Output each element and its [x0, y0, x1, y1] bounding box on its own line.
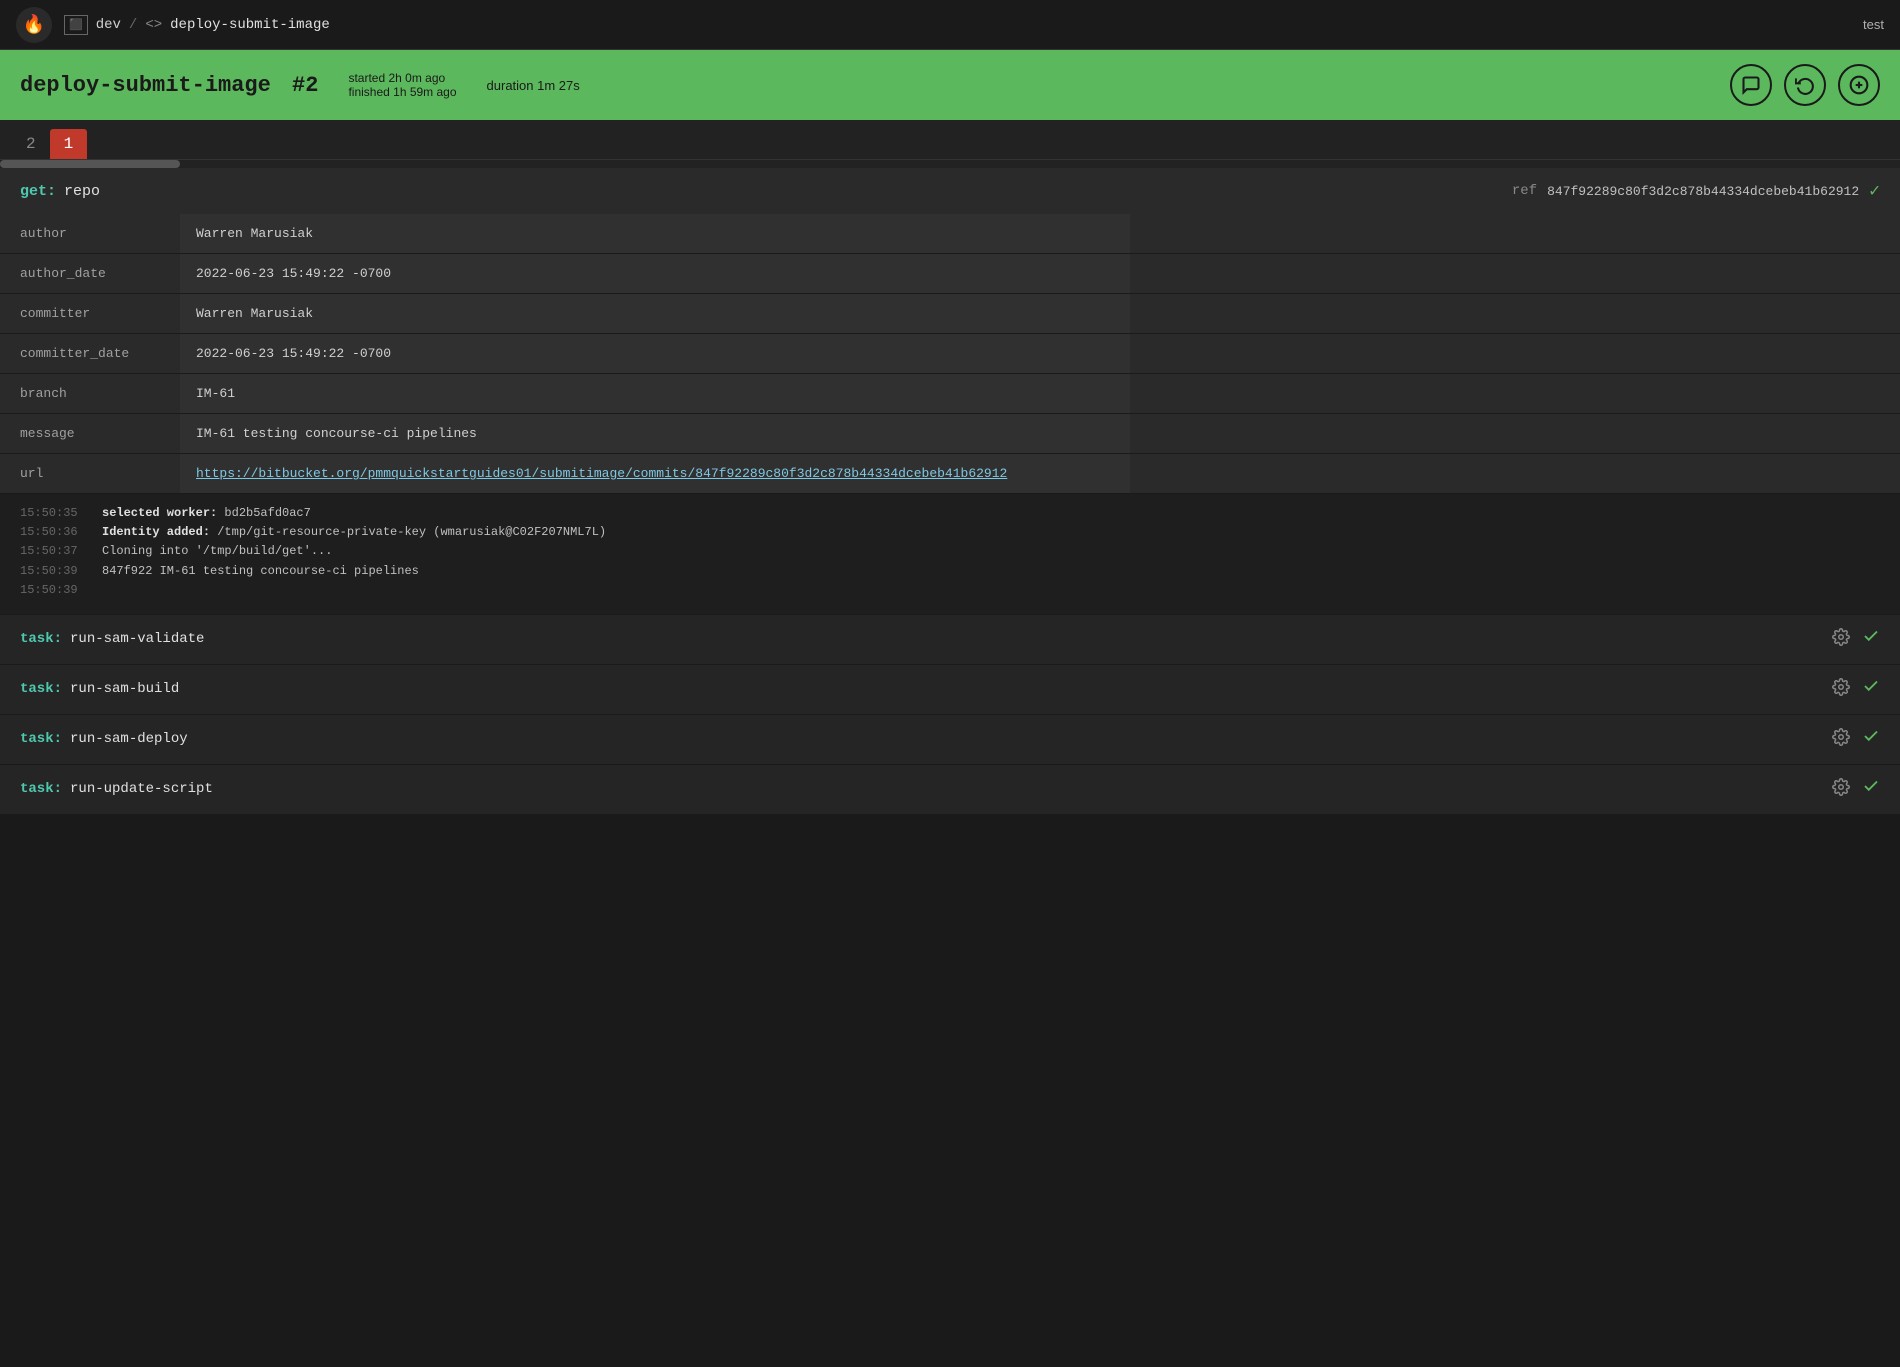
log-line: 15:50:39	[20, 581, 1880, 600]
get-section: get: repo ref 847f92289c80f3d2c878b44334…	[0, 168, 1900, 615]
task-row-run-sam-build[interactable]: task: run-sam-build	[0, 665, 1900, 715]
log-time: 15:50:39	[20, 581, 90, 600]
get-label: get:	[20, 183, 56, 200]
metadata-key-author: author	[0, 214, 180, 253]
build-title: deploy-submit-image #2	[20, 73, 318, 98]
task-actions	[1832, 727, 1880, 751]
metadata-row-committer: committerWarren Marusiak	[0, 294, 1900, 334]
task-row-run-sam-validate[interactable]: task: run-sam-validate	[0, 615, 1900, 665]
metadata-key-url: url	[0, 454, 180, 493]
build-times: started 2h 0m ago finished 1h 59m ago	[348, 71, 456, 99]
task-label: task:	[20, 731, 62, 747]
metadata-val-branch: IM-61	[180, 374, 1130, 413]
log-time: 15:50:35	[20, 504, 90, 523]
user-label: test	[1863, 17, 1884, 32]
header-actions	[1730, 64, 1880, 106]
ref-hash: 847f92289c80f3d2c878b44334dcebeb41b62912	[1547, 184, 1859, 199]
task-label: task:	[20, 681, 62, 697]
metadata-val-url[interactable]: https://bitbucket.org/pmmquickstartguide…	[180, 454, 1130, 493]
success-check-icon: ✓	[1869, 180, 1880, 202]
sep1: /	[129, 17, 137, 33]
pipeline-name[interactable]: deploy-submit-image	[170, 17, 330, 33]
gear-icon[interactable]	[1832, 678, 1850, 701]
build-tabs: 2 1	[0, 120, 1900, 160]
task-name: run-update-script	[70, 781, 213, 797]
gear-icon[interactable]	[1832, 628, 1850, 651]
task-row-run-update-script[interactable]: task: run-update-script	[0, 765, 1900, 815]
log-time: 15:50:36	[20, 523, 90, 542]
team-icon: ⬛	[64, 15, 88, 35]
tasks-section: task: run-sam-validate task: run-sam-build…	[0, 615, 1900, 815]
gear-icon[interactable]	[1832, 778, 1850, 801]
metadata-val-author_date: 2022-06-23 15:49:22 -0700	[180, 254, 1130, 293]
ref-label: ref	[1512, 183, 1537, 199]
log-line: 15:50:35 selected worker: bd2b5afd0ac7	[20, 504, 1880, 523]
metadata-row-committer_date: committer_date2022-06-23 15:49:22 -0700	[0, 334, 1900, 374]
task-check-icon	[1862, 627, 1880, 651]
pipeline-icon: <>	[145, 17, 162, 33]
metadata-val-committer: Warren Marusiak	[180, 294, 1130, 333]
scroll-thumb[interactable]	[0, 160, 180, 168]
metadata-key-branch: branch	[0, 374, 180, 413]
log-time: 15:50:37	[20, 542, 90, 561]
metadata-row-author_date: author_date2022-06-23 15:49:22 -0700	[0, 254, 1900, 294]
get-header: get: repo ref 847f92289c80f3d2c878b44334…	[0, 168, 1900, 214]
log-line: 15:50:36 Identity added: /tmp/git-resourc…	[20, 523, 1880, 542]
rerun-button[interactable]	[1784, 64, 1826, 106]
metadata-section: authorWarren Marusiakauthor_date2022-06-…	[0, 214, 1900, 494]
task-name: run-sam-deploy	[70, 731, 188, 747]
team-name[interactable]: dev	[96, 17, 121, 33]
add-button[interactable]	[1838, 64, 1880, 106]
top-nav: 🔥 ⬛ dev / <> deploy-submit-image test	[0, 0, 1900, 50]
comment-button[interactable]	[1730, 64, 1772, 106]
build-header: deploy-submit-image #2 started 2h 0m ago…	[0, 50, 1900, 120]
task-name: run-sam-build	[70, 681, 179, 697]
metadata-row-branch: branchIM-61	[0, 374, 1900, 414]
metadata-key-author_date: author_date	[0, 254, 180, 293]
log-time: 15:50:39	[20, 562, 90, 581]
metadata-key-committer: committer	[0, 294, 180, 333]
task-label: task:	[20, 781, 62, 797]
task-check-icon	[1862, 677, 1880, 701]
metadata-row-url: urlhttps://bitbucket.org/pmmquickstartgu…	[0, 454, 1900, 494]
build-duration: duration 1m 27s	[487, 78, 580, 93]
task-check-icon	[1862, 777, 1880, 801]
log-line: 15:50:39 847f922 IM-61 testing concourse-…	[20, 562, 1880, 581]
scroll-indicator[interactable]	[0, 160, 1900, 168]
task-actions	[1832, 777, 1880, 801]
metadata-row-author: authorWarren Marusiak	[0, 214, 1900, 254]
metadata-val-author: Warren Marusiak	[180, 214, 1130, 253]
get-ref: ref 847f92289c80f3d2c878b44334dcebeb41b6…	[1512, 180, 1880, 202]
log-text: 847f922 IM-61 testing concourse-ci pipel…	[102, 562, 419, 581]
task-check-icon	[1862, 727, 1880, 751]
log-line: 15:50:37 Cloning into '/tmp/build/get'...	[20, 542, 1880, 561]
metadata-key-message: message	[0, 414, 180, 453]
metadata-val-message: IM-61 testing concourse-ci pipelines	[180, 414, 1130, 453]
task-actions	[1832, 677, 1880, 701]
logo-icon[interactable]: 🔥	[16, 7, 52, 43]
tab-build-1[interactable]: 1	[50, 129, 88, 159]
task-row-run-sam-deploy[interactable]: task: run-sam-deploy	[0, 715, 1900, 765]
metadata-row-message: messageIM-61 testing concourse-ci pipeli…	[0, 414, 1900, 454]
task-name: run-sam-validate	[70, 631, 204, 647]
breadcrumb: ⬛ dev / <> deploy-submit-image	[64, 15, 330, 35]
log-section: 15:50:35selected worker: bd2b5afd0ac715:…	[0, 494, 1900, 614]
task-actions	[1832, 627, 1880, 651]
gear-icon[interactable]	[1832, 728, 1850, 751]
log-text: selected worker: bd2b5afd0ac7	[102, 504, 311, 523]
log-text: Cloning into '/tmp/build/get'...	[102, 542, 332, 561]
metadata-val-committer_date: 2022-06-23 15:49:22 -0700	[180, 334, 1130, 373]
log-text: Identity added: /tmp/git-resource-privat…	[102, 523, 606, 542]
tab-build-2[interactable]: 2	[12, 129, 50, 159]
get-resource: repo	[64, 183, 100, 200]
metadata-key-committer_date: committer_date	[0, 334, 180, 373]
task-label: task:	[20, 631, 62, 647]
